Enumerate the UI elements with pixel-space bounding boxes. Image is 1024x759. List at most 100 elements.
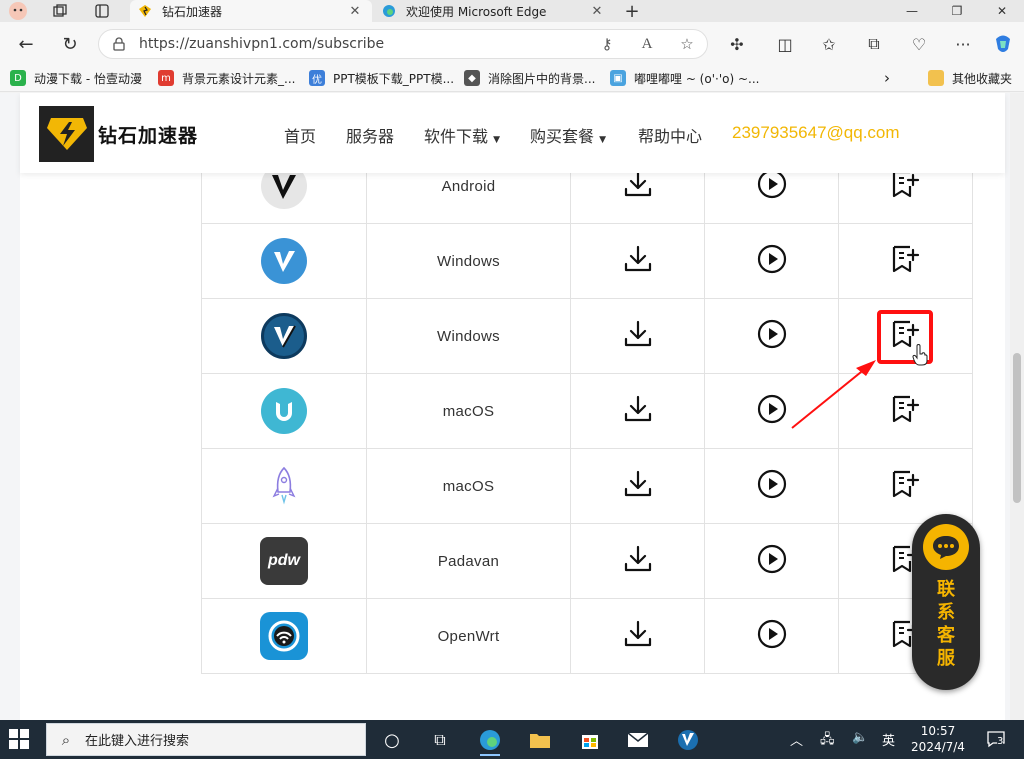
import-subscription-icon[interactable] (891, 169, 921, 203)
browser-essentials-button[interactable]: ♡ (906, 31, 932, 57)
import-subscription-icon[interactable] (891, 244, 921, 278)
bookmark-ppt[interactable]: 优 PPT模板下载_PPT模... (309, 68, 454, 88)
bookmark-icon: ▣ (610, 70, 626, 86)
task-view-button[interactable]: ⧉ (422, 724, 458, 756)
more-icon: ··· (955, 34, 971, 54)
collections-button[interactable]: ⧉ (861, 31, 887, 57)
download-icon[interactable] (623, 394, 653, 428)
download-cell (570, 448, 705, 524)
network-icon[interactable]: 🖧 (820, 730, 835, 752)
cortana-button[interactable]: ○ (374, 724, 410, 756)
taskbar-store[interactable] (572, 724, 608, 756)
copilot-icon (996, 35, 1010, 52)
address-bar[interactable]: https://zuanshivpn1.com/subscribe ⚷ A ☆ (98, 29, 708, 59)
edge-icon (480, 730, 500, 750)
download-icon[interactable] (623, 169, 653, 203)
taskbar-v2ray[interactable] (670, 724, 706, 756)
bookmark-label: 消除图片中的背景... (488, 71, 596, 86)
bookmark-dongman[interactable]: D 动漫下载 - 怡壹动漫 (10, 68, 142, 88)
download-icon[interactable] (623, 244, 653, 278)
tab-actions-button[interactable] (84, 0, 120, 22)
play-icon[interactable] (756, 618, 788, 654)
site-logo[interactable] (39, 106, 94, 162)
v2rayn-icon (261, 238, 307, 284)
copilot-button[interactable] (990, 31, 1016, 57)
notification-center[interactable]: 3 (986, 730, 1008, 750)
taskbar-file-explorer[interactable] (522, 724, 558, 756)
favorites-button[interactable]: ✩ (816, 31, 842, 57)
play-icon[interactable] (756, 243, 788, 279)
taskbar-edge[interactable] (472, 724, 508, 756)
taskbar-clock[interactable]: 10:57 2024/7/4 (906, 723, 970, 755)
bookmark-remove-bg[interactable]: ◆ 消除图片中的背景... (464, 68, 595, 88)
nav-email[interactable]: 2397935647@qq.com (732, 123, 900, 143)
play-icon[interactable] (756, 543, 788, 579)
ime-indicator[interactable]: 英 (882, 730, 895, 749)
play-icon[interactable] (756, 318, 788, 354)
scroll-thumb[interactable] (1013, 353, 1021, 503)
start-button[interactable] (8, 728, 32, 752)
bookmark-beijing[interactable]: m 背景元素设计元素_... (158, 68, 295, 88)
play-icon[interactable] (756, 393, 788, 429)
profile-avatar[interactable] (0, 0, 36, 22)
download-icon[interactable] (623, 544, 653, 578)
nav-buy-plan[interactable]: 购买套餐 ▼ (530, 123, 606, 147)
bookmarks-overflow-button[interactable]: › (884, 68, 890, 88)
other-bookmarks-folder[interactable]: 其他收藏夹 (928, 68, 1012, 88)
volume-icon[interactable]: 🔈 (852, 730, 868, 745)
bookmark-label: 动漫下载 - 怡壹动漫 (34, 71, 142, 86)
lock-icon[interactable] (99, 37, 139, 51)
split-screen-button[interactable]: ◫ (772, 31, 798, 57)
import-cell (838, 373, 973, 449)
play-icon[interactable] (756, 468, 788, 504)
tab-zuanshi[interactable]: 钻石加速器 ✕ (130, 0, 372, 22)
workspaces-button[interactable] (42, 0, 78, 22)
settings-menu-button[interactable]: ··· (950, 31, 976, 57)
download-icon[interactable] (623, 319, 653, 353)
read-aloud-icon[interactable]: A (627, 36, 667, 53)
close-window-button[interactable]: ✕ (980, 0, 1024, 22)
platform-cell: macOS (366, 373, 571, 449)
url-text[interactable]: https://zuanshivpn1.com/subscribe (139, 36, 587, 52)
taskbar-mail[interactable] (620, 724, 656, 756)
refresh-button[interactable]: ↻ (56, 30, 84, 58)
back-button[interactable]: ← (12, 30, 40, 58)
customer-service-widget[interactable]: 联系客服 (912, 514, 980, 690)
extensions-button[interactable]: ✣ (724, 31, 750, 57)
favorite-star-icon[interactable]: ☆ (667, 35, 707, 53)
lightning-logo-icon (46, 118, 87, 150)
tutorial-cell (704, 223, 839, 299)
new-tab-button[interactable]: + (614, 0, 650, 22)
table-row: macOS (201, 373, 973, 449)
brand-name[interactable]: 钻石加速器 (98, 121, 198, 148)
download-icon[interactable] (623, 619, 653, 653)
page-scrollbar[interactable] (1010, 93, 1024, 720)
taskbar-search[interactable]: ⌕ 在此键入进行搜索 (46, 723, 366, 756)
chevron-right-icon: › (884, 69, 890, 87)
download-icon[interactable] (623, 469, 653, 503)
zuanshi-favicon (138, 4, 152, 18)
nav-help-center[interactable]: 帮助中心 (638, 123, 702, 147)
platform-cell: Windows (366, 298, 571, 374)
restore-button[interactable]: ❐ (935, 0, 979, 22)
tab-edge-welcome[interactable]: 欢迎使用 Microsoft Edge ✕ (374, 0, 614, 22)
table-row: macOS (201, 448, 973, 524)
tab-close-icon[interactable]: ✕ (588, 4, 606, 19)
tab-close-icon[interactable]: ✕ (346, 4, 364, 19)
minimize-button[interactable]: — (890, 0, 934, 22)
download-cell (570, 523, 705, 599)
import-subscription-icon[interactable] (891, 394, 921, 428)
v2rayn-icon (678, 730, 698, 750)
bookmark-bilibili[interactable]: ▣ 嘟哩嘟哩 ~ (o'·'o) ~... (610, 68, 759, 88)
nav-home[interactable]: 首页 (284, 123, 316, 147)
nav-servers[interactable]: 服务器 (346, 123, 394, 147)
v2rayu-icon (261, 388, 307, 434)
download-cell (570, 373, 705, 449)
play-icon[interactable] (756, 168, 788, 204)
caret-down-icon: ▼ (599, 135, 607, 145)
tray-overflow-icon[interactable]: ︿ (790, 730, 803, 749)
nav-software-download[interactable]: 软件下载 ▼ (424, 123, 500, 147)
key-icon[interactable]: ⚷ (587, 35, 627, 53)
import-subscription-icon[interactable] (891, 469, 921, 503)
nav-label: 软件下载 (424, 127, 489, 146)
